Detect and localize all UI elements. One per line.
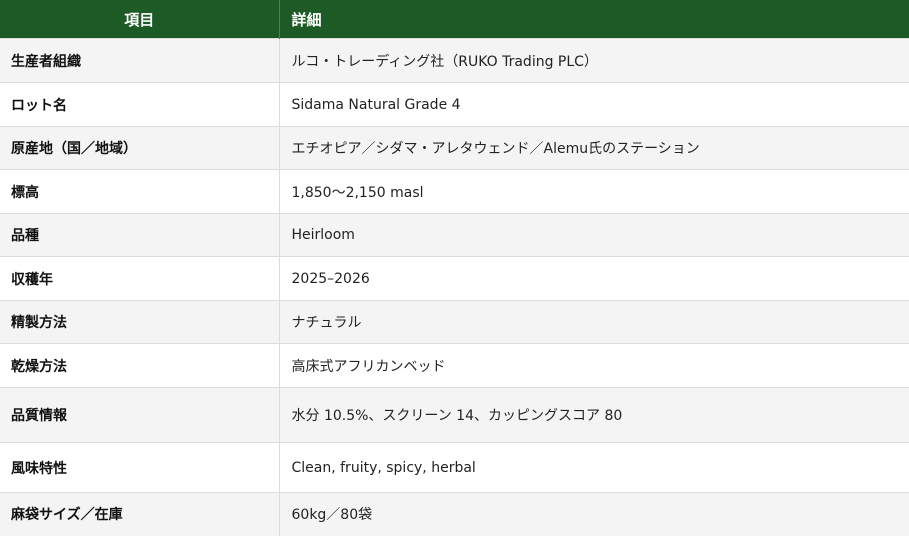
row-label: 品種 bbox=[0, 213, 280, 257]
row-label: 風味特性 bbox=[0, 442, 280, 493]
header-row: 項目 詳細 bbox=[0, 0, 909, 39]
row-label: ロット名 bbox=[0, 82, 280, 127]
row-value: 2025–2026 bbox=[279, 256, 909, 301]
row-value: 高床式アフリカンベッド bbox=[279, 343, 909, 388]
table-row: 風味特性 Clean, fruity, spicy, herbal bbox=[0, 442, 909, 493]
table-row: 乾燥方法 高床式アフリカンベッド bbox=[0, 343, 909, 388]
table-row: 品質情報 水分 10.5%、スクリーン 14、カッピングスコア 80 bbox=[0, 387, 909, 443]
row-label: 精製方法 bbox=[0, 300, 280, 344]
row-label: 収穫年 bbox=[0, 256, 280, 301]
table-row: 原産地（国／地域） エチオピア／シダマ・アレタウェンド／Alemu氏のステーショ… bbox=[0, 126, 909, 170]
spec-table: 項目 詳細 生産者組織 ルコ・トレーディング社（RUKO Trading PLC… bbox=[0, 0, 909, 536]
table-row: 生産者組織 ルコ・トレーディング社（RUKO Trading PLC） bbox=[0, 38, 909, 83]
row-label: 乾燥方法 bbox=[0, 343, 280, 388]
row-value: Clean, fruity, spicy, herbal bbox=[279, 442, 909, 493]
table-row: 収穫年 2025–2026 bbox=[0, 256, 909, 301]
row-label: 品質情報 bbox=[0, 387, 280, 443]
table-row: 標高 1,850〜2,150 masl bbox=[0, 169, 909, 214]
header-item: 項目 bbox=[0, 0, 280, 39]
row-value: 1,850〜2,150 masl bbox=[279, 169, 909, 214]
row-value: 60kg／80袋 bbox=[279, 492, 909, 536]
row-value: 水分 10.5%、スクリーン 14、カッピングスコア 80 bbox=[279, 387, 909, 443]
row-label: 原産地（国／地域） bbox=[0, 126, 280, 170]
table-row: ロット名 Sidama Natural Grade 4 bbox=[0, 82, 909, 127]
row-value: ナチュラル bbox=[279, 300, 909, 344]
row-value: エチオピア／シダマ・アレタウェンド／Alemu氏のステーション bbox=[279, 126, 909, 170]
row-value: Sidama Natural Grade 4 bbox=[279, 82, 909, 127]
header-detail: 詳細 bbox=[279, 0, 909, 39]
row-label: 標高 bbox=[0, 169, 280, 214]
row-label: 麻袋サイズ／在庫 bbox=[0, 492, 280, 536]
row-label: 生産者組織 bbox=[0, 38, 280, 83]
table-row: 精製方法 ナチュラル bbox=[0, 300, 909, 344]
table-row: 麻袋サイズ／在庫 60kg／80袋 bbox=[0, 492, 909, 536]
row-value: Heirloom bbox=[279, 213, 909, 257]
table-row: 品種 Heirloom bbox=[0, 213, 909, 257]
row-value: ルコ・トレーディング社（RUKO Trading PLC） bbox=[279, 38, 909, 83]
